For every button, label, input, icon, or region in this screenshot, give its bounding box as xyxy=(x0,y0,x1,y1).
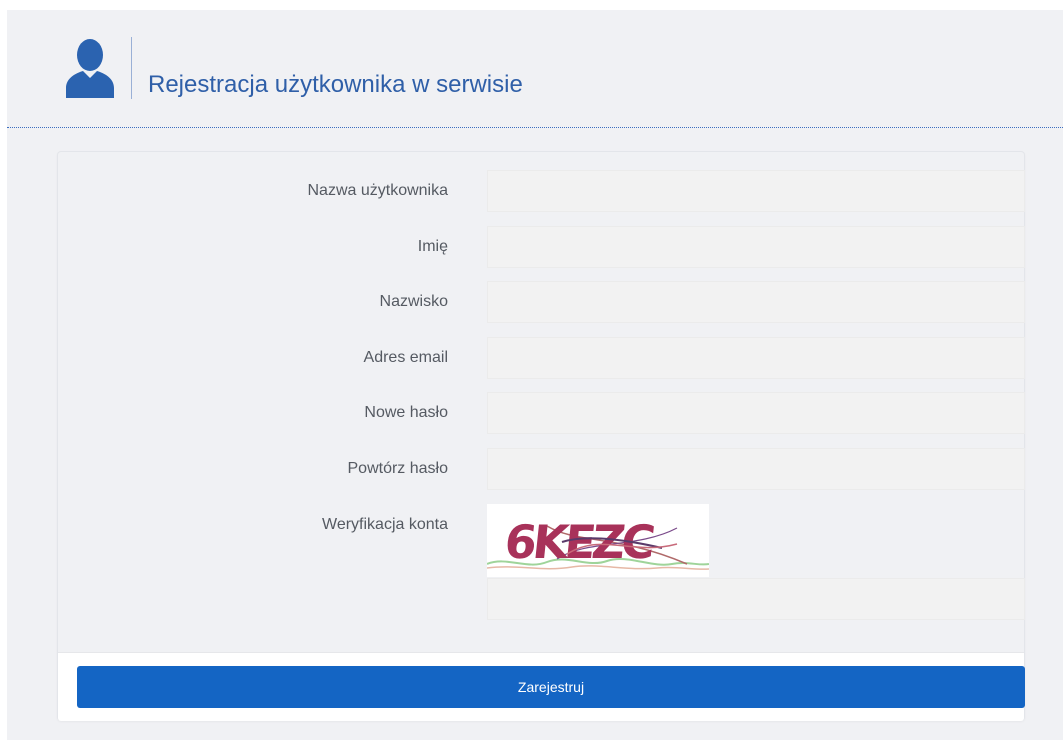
page-header: Rejestracja użytkownika w serwisie xyxy=(7,10,1063,128)
repeat-password-label: Powtórz hasło xyxy=(347,460,449,477)
captcha-label: Weryfikacja konta xyxy=(322,516,448,533)
page-title: Rejestracja użytkownika w serwisie xyxy=(148,71,523,98)
register-button[interactable]: Zarejestruj xyxy=(77,666,1025,708)
form-row-first-name: Imię xyxy=(58,226,1025,268)
form-row-captcha-input xyxy=(58,578,1025,620)
captcha-image: 6KEZC xyxy=(487,504,709,577)
user-silhouette-icon xyxy=(66,39,114,98)
username-input[interactable] xyxy=(487,170,1025,212)
repeat-password-input[interactable] xyxy=(487,448,1025,490)
form-row-email: Adres email xyxy=(58,337,1025,379)
registration-form: Nazwa użytkownika Imię Nazwisko Adres em… xyxy=(58,152,1025,721)
registration-page: Rejestracja użytkownika w serwisie Nazwa… xyxy=(7,10,1063,740)
email-input[interactable] xyxy=(487,337,1025,379)
form-row-last-name: Nazwisko xyxy=(58,281,1025,323)
first-name-input[interactable] xyxy=(487,226,1025,268)
new-password-input[interactable] xyxy=(487,392,1025,434)
last-name-label: Nazwisko xyxy=(379,293,448,310)
header-divider xyxy=(131,37,132,99)
first-name-label: Imię xyxy=(417,238,448,255)
new-password-label: Nowe hasło xyxy=(364,404,448,421)
username-label: Nazwa użytkownika xyxy=(307,182,449,199)
captcha-input[interactable] xyxy=(487,578,1025,620)
form-row-username: Nazwa użytkownika xyxy=(58,170,1025,212)
form-footer: Zarejestruj xyxy=(58,652,1025,721)
form-row-new-password: Nowe hasło xyxy=(58,392,1025,434)
last-name-input[interactable] xyxy=(487,281,1025,323)
form-row-repeat-password: Powtórz hasło xyxy=(58,448,1025,490)
email-label: Adres email xyxy=(363,349,448,366)
